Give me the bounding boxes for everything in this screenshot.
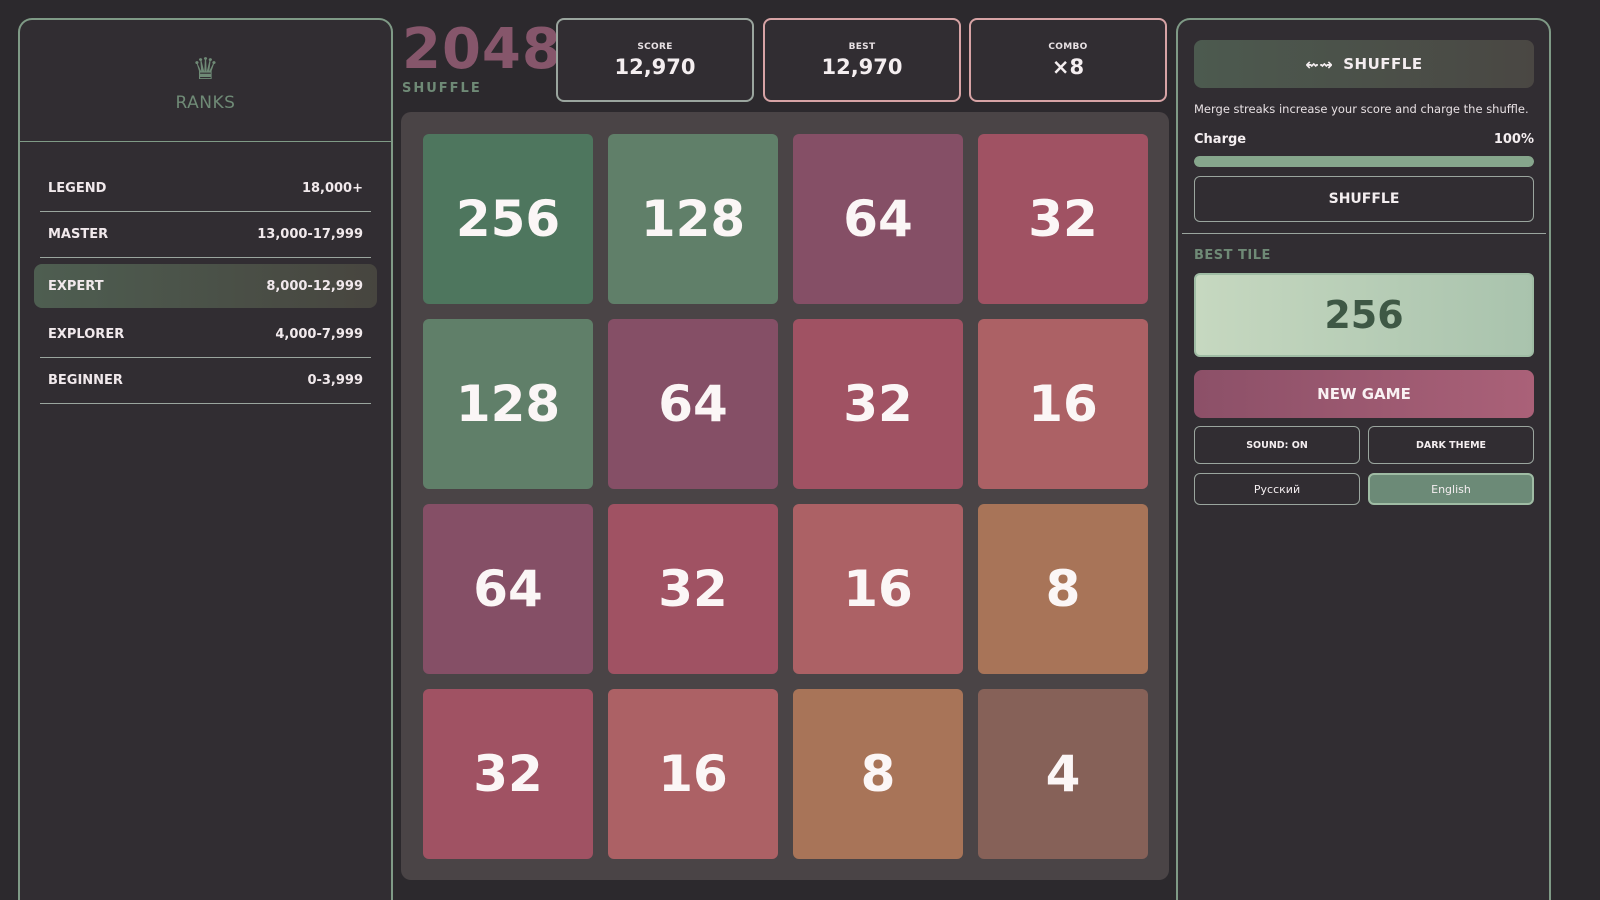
charge-row: Charge 100%	[1194, 132, 1534, 147]
rank-row-beginner: BEGINNER 0-3,999	[40, 358, 371, 404]
rank-list: LEGEND 18,000+ MASTER 13,000-17,999 EXPERT 8,…	[20, 142, 391, 404]
ranks-title: RANKS	[175, 92, 236, 113]
tile-r3-c1: 64	[423, 504, 593, 674]
language-russian-button[interactable]: Русский	[1194, 473, 1360, 505]
logo-subtitle: SHUFFLE	[402, 81, 482, 96]
crown-icon: ♛	[192, 51, 219, 87]
tile-r3-c2: 32	[608, 504, 778, 674]
shuffle-header-label: SHUFFLE	[1343, 55, 1423, 73]
best-value: 12,970	[821, 54, 903, 79]
shuffle-hint: Merge streaks increase your score and ch…	[1194, 102, 1529, 116]
charge-bar	[1194, 156, 1534, 167]
rank-range: 4,000-7,999	[275, 327, 363, 342]
theme-toggle-button[interactable]: DARK THEME	[1368, 426, 1534, 464]
combo-label: COMBO	[1048, 41, 1088, 52]
game-app: ♛ RANKS LEGEND 18,000+ MASTER 13,000-17,999…	[0, 0, 1600, 900]
tile-r1-c3: 64	[793, 134, 963, 304]
tile-r2-c2: 64	[608, 319, 778, 489]
rank-range: 8,000-12,999	[266, 278, 363, 294]
best-label: BEST	[848, 41, 876, 52]
tile-r3-c4: 8	[978, 504, 1148, 674]
score-box: SCORE 12,970	[556, 18, 754, 102]
logo-title: 2048:	[402, 17, 586, 82]
rank-name: LEGEND	[48, 181, 107, 196]
rank-row-master: MASTER 13,000-17,999	[40, 212, 371, 258]
charge-value: 100%	[1493, 132, 1534, 147]
tile-r2-c4: 16	[978, 319, 1148, 489]
combo-value: ×8	[1051, 54, 1085, 79]
language-english-button[interactable]: English	[1368, 473, 1534, 505]
tile-r3-c3: 16	[793, 504, 963, 674]
tile-r4-c1: 32	[423, 689, 593, 859]
rank-range: 0-3,999	[307, 373, 363, 388]
combo-box: COMBO ×8	[969, 18, 1167, 102]
new-game-button[interactable]: NEW GAME	[1194, 370, 1534, 418]
shuffle-arrows-icon: ⇜⇝	[1305, 54, 1334, 74]
sound-toggle-button[interactable]: SOUND: ON	[1194, 426, 1360, 464]
shuffle-button[interactable]: SHUFFLE	[1194, 176, 1534, 222]
ranks-header: ♛ RANKS	[20, 20, 391, 142]
tile-r2-c1: 128	[423, 319, 593, 489]
score-value: 12,970	[614, 54, 696, 79]
game-logo: 2048: SHUFFLE	[402, 17, 586, 97]
tile-r4-c4: 4	[978, 689, 1148, 859]
rank-row-expert: EXPERT 8,000-12,999	[34, 264, 377, 308]
tile-r4-c3: 8	[793, 689, 963, 859]
charge-label: Charge	[1194, 132, 1247, 147]
best-tile-label: BEST TILE	[1194, 248, 1271, 263]
rank-name: EXPLORER	[48, 327, 125, 342]
ranks-panel: ♛ RANKS LEGEND 18,000+ MASTER 13,000-17,999…	[18, 18, 393, 900]
rank-row-explorer: EXPLORER 4,000-7,999	[40, 312, 371, 358]
rank-name: BEGINNER	[48, 373, 123, 388]
game-board[interactable]: 256 128 64 32 128 64 32 16 64 32 16 8 32 16 8 4	[401, 112, 1169, 880]
rank-name: EXPERT	[48, 278, 104, 294]
tile-r4-c2: 16	[608, 689, 778, 859]
controls-panel: ⇜⇝ SHUFFLE Merge streaks increase your s…	[1176, 18, 1551, 900]
rank-row-legend: LEGEND 18,000+	[40, 166, 371, 212]
tile-r1-c2: 128	[608, 134, 778, 304]
tile-r2-c3: 32	[793, 319, 963, 489]
charge-bar-fill	[1194, 156, 1534, 167]
rank-range: 13,000-17,999	[257, 227, 363, 242]
best-score-box: BEST 12,970	[763, 18, 961, 102]
rank-name: MASTER	[48, 227, 109, 242]
best-tile-display: 256	[1194, 273, 1534, 357]
divider	[1182, 233, 1546, 234]
tile-r1-c1: 256	[423, 134, 593, 304]
tile-r1-c4: 32	[978, 134, 1148, 304]
shuffle-header: ⇜⇝ SHUFFLE	[1194, 40, 1534, 88]
score-label: SCORE	[637, 41, 673, 52]
rank-range: 18,000+	[301, 181, 363, 196]
